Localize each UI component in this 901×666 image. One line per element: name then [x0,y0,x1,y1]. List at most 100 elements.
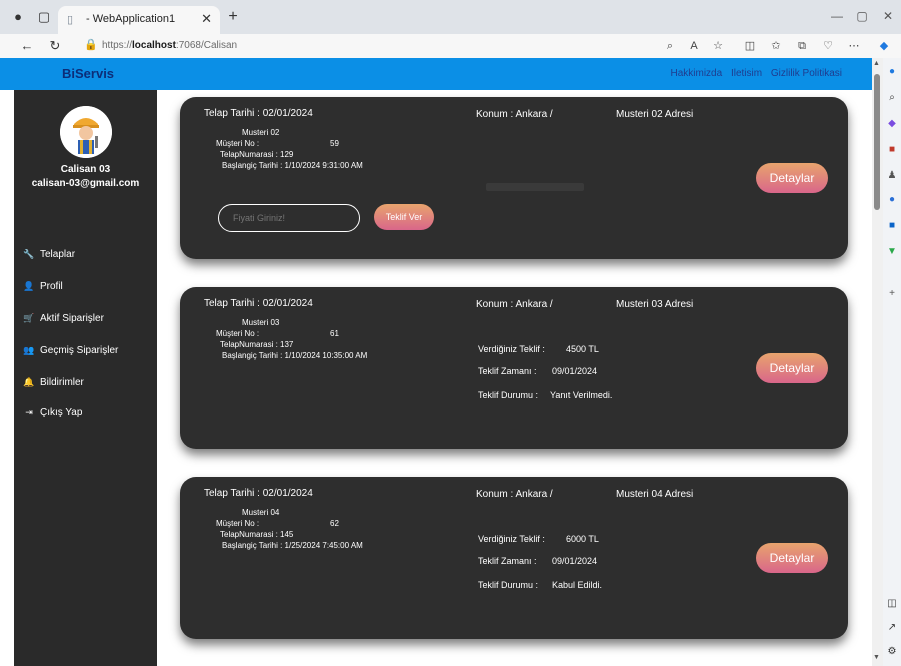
nav-link-contact[interactable]: Iletisim [731,68,762,79]
address-bar[interactable]: 🔒 https://localhost:7068/Calisan [78,36,718,56]
request-card: Telap Tarihi : 02/01/2024 Musteri 04 Müş… [180,477,848,639]
menu-item-logout[interactable]: ⇥ Çıkış Yap [22,404,152,420]
drop-icon[interactable]: ▼ [886,246,898,258]
request-date: Telap Tarihi : 02/01/2024 [204,108,313,119]
scroll-up-icon[interactable]: ▲ [873,60,880,67]
split-screen-icon[interactable]: ◫ [742,38,758,54]
customer-address: Musteri 03 Adresi [616,299,694,310]
offer-value: 4500 TL [566,344,599,354]
briefcase-icon[interactable]: ■ [886,144,898,156]
chess-icon[interactable]: ♟ [886,170,898,182]
offer-status-label: Teklif Durumu : [478,390,539,400]
sign-out-icon: ⇥ [25,407,33,417]
offer-status-value: Yanıt Verilmedi. [550,390,613,400]
scroll-down-icon[interactable]: ▼ [873,654,880,661]
sidebar-toggle-icon[interactable]: ◫ [886,598,898,610]
site-header: BiServis Hakkimizda Iletisim Gizlilik Po… [0,58,872,90]
bell-icon[interactable]: ● [886,66,898,78]
nav-link-about[interactable]: Hakkimizda [671,68,723,79]
favorite-star-icon[interactable]: ☆ [710,38,726,54]
site-brand[interactable]: BiServis [62,66,114,81]
user-icon: 👤 [23,281,35,291]
browser-tab[interactable]: ▯ - WebApplication1 ✕ [58,6,220,34]
request-date: Telap Tarihi : 02/01/2024 [204,298,313,309]
outlook-icon[interactable]: ■ [886,220,898,232]
customer-name: Musteri 03 [242,318,280,327]
profile-icon[interactable]: ● [10,9,26,25]
url-text: https://localhost:7068/Calisan [102,40,238,51]
read-aloud-icon[interactable]: A [686,38,702,54]
start-date: Başlangiç Tarihi : 1/10/2024 9:31:00 AM [222,161,363,170]
request-number: TelapNumarasi : 137 [220,340,294,349]
menu-item-active-orders[interactable]: 🛒 Aktif Siparişler [22,310,152,326]
offer-label: Verdiğiniz Teklif : [478,534,545,544]
menu-label: Geçmiş Siparişler [40,345,119,356]
menu-label: Aktif Siparişler [40,313,104,324]
customer-name: Musteri 04 [242,508,280,517]
tag-icon[interactable]: ◆ [886,118,898,130]
wrench-icon: 🔧 [23,249,35,259]
browser-titlebar: ● ▢ ▯ - WebApplication1 ✕ + — ▢ ✕ [0,0,901,34]
scroll-thumb[interactable] [874,74,880,210]
customer-no-value: 62 [330,519,339,528]
details-button[interactable]: Detaylar [756,163,828,193]
avatar [60,106,112,158]
copilot-icon[interactable]: ◆ [876,38,892,54]
request-card: Telap Tarihi : 02/01/2024 Musteri 03 Müş… [180,287,848,449]
request-number: TelapNumarasi : 145 [220,530,294,539]
bell-icon: 🔔 [23,377,35,387]
close-tab-icon[interactable]: ✕ [201,11,212,27]
favorites-icon[interactable]: ✩ [768,38,784,54]
zoom-icon[interactable]: ⌕ [662,38,678,54]
extensions-icon[interactable]: ♡ [820,38,836,54]
request-date: Telap Tarihi : 02/01/2024 [204,488,313,499]
back-icon[interactable]: ← [18,37,36,55]
customer-address: Musteri 04 Adresi [616,489,694,500]
external-icon[interactable]: ↗ [886,622,898,634]
price-input[interactable] [218,204,360,232]
browser-sidebar: ● ⌕ ◆ ■ ♟ ● ■ ▼ + ◫ ↗ ⚙ [883,58,901,666]
menu-label: Çıkış Yap [40,407,83,418]
offer-status-value: Kabul Edildi. [552,580,603,590]
customer-no-label: Müşteri No : [216,519,260,528]
browser-toolbar: ← ↻ 🔒 https://localhost:7068/Calisan ⌕ A… [0,34,901,58]
tab-actions-icon[interactable]: ▢ [36,9,52,25]
menu-item-profil[interactable]: 👤 Profil [22,278,152,294]
lock-icon: 🔒 [84,39,98,51]
refresh-icon[interactable]: ↻ [46,37,64,55]
cart-icon: 🛒 [23,313,35,323]
offer-time-value: 09/01/2024 [552,556,598,566]
add-icon[interactable]: + [886,288,898,300]
collections-icon[interactable]: ⧉ [794,38,810,54]
settings-icon[interactable]: ⚙ [886,646,898,658]
request-number: TelapNumarasi : 129 [220,150,294,159]
menu-item-notifications[interactable]: 🔔 Bildirimler [22,374,152,390]
close-window-icon[interactable]: ✕ [874,6,901,26]
offer-value: 6000 TL [566,534,599,544]
start-date: Başlangiç Tarihi : 1/10/2024 10:35:00 AM [222,351,368,360]
page-scrollbar[interactable]: ▲ ▼ [872,58,883,666]
menu-item-past-orders[interactable]: 👥 Geçmiş Siparişler [22,342,152,358]
customer-no-label: Müşteri No : [216,139,260,148]
offer-time-value: 09/01/2024 [552,366,598,376]
request-card: Telap Tarihi : 02/01/2024 Musteri 02 Müş… [180,97,848,259]
start-date: Başlangiç Tarihi : 1/25/2024 7:45:00 AM [222,541,363,550]
new-tab-icon[interactable]: + [224,8,242,26]
minimize-icon[interactable]: — [823,6,851,26]
details-button[interactable]: Detaylar [756,543,828,573]
circle-icon[interactable]: ● [886,194,898,206]
more-icon[interactable]: ⋯ [846,38,862,54]
details-button[interactable]: Detaylar [756,353,828,383]
maximize-icon[interactable]: ▢ [848,6,876,26]
search-icon[interactable]: ⌕ [886,92,898,104]
offer-time-label: Teklif Zamanı : [478,366,537,376]
customer-no-label: Müşteri No : [216,329,260,338]
menu-label: Bildirimler [40,377,84,388]
offer-button[interactable]: Teklif Ver [374,204,434,230]
menu-item-telaplar[interactable]: 🔧 Telaplar [22,246,152,262]
nav-link-privacy[interactable]: Gizlilik Politikasi [771,68,842,79]
top-nav: Hakkimizda Iletisim Gizlilik Politikasi [665,68,843,79]
user-name: Calisan 03 [60,164,111,175]
offer-time-label: Teklif Zamanı : [478,556,537,566]
ghost-bar [486,183,584,191]
